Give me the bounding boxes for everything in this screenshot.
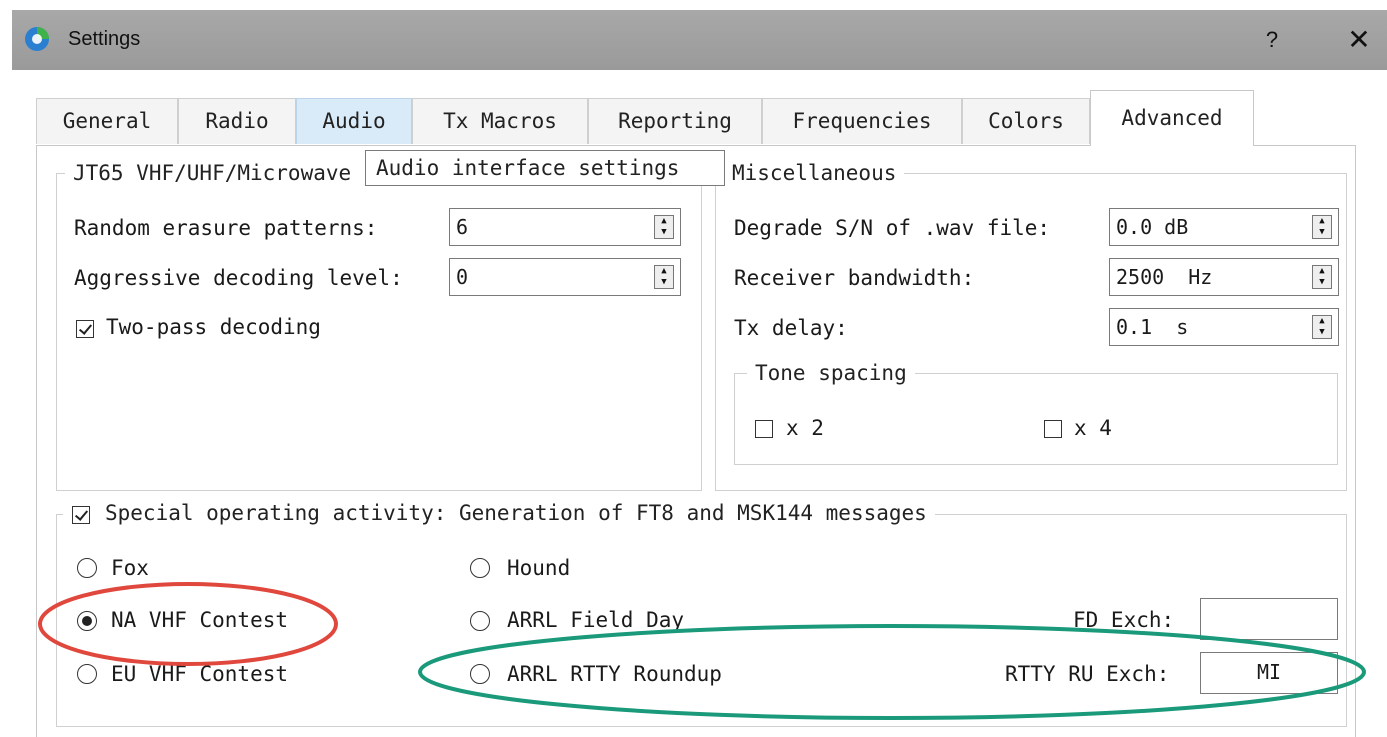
spin-arrows-icon[interactable]: ▲ ▼ xyxy=(1312,265,1332,289)
x2-label: x 2 xyxy=(786,416,824,440)
tx-delay-label: Tx delay: xyxy=(734,316,848,340)
arrl-rtty-roundup-label: ARRL RTTY Roundup xyxy=(507,662,722,686)
receiver-bandwidth-spinbox[interactable]: 2500 Hz ▲ ▼ xyxy=(1109,258,1339,296)
tab-audio[interactable]: Audio xyxy=(296,98,412,144)
window-title: Settings xyxy=(68,28,141,50)
receiver-bandwidth-value: 2500 Hz xyxy=(1116,265,1213,289)
tone-spacing-title: Tone spacing xyxy=(747,361,915,385)
degrade-sn-spinbox[interactable]: 0.0 dB ▲ ▼ xyxy=(1109,208,1339,246)
spin-arrows-icon[interactable]: ▲ ▼ xyxy=(654,265,674,289)
fd-exch-input[interactable] xyxy=(1200,598,1338,640)
tab-radio[interactable]: Radio xyxy=(178,98,296,144)
two-pass-label: Two-pass decoding xyxy=(106,315,321,339)
eu-vhf-contest-label: EU VHF Contest xyxy=(111,662,289,686)
tab-reporting[interactable]: Reporting xyxy=(588,98,762,144)
aggressive-decoding-label: Aggressive decoding level: xyxy=(74,266,403,290)
na-vhf-contest-radio[interactable] xyxy=(77,611,97,631)
spin-arrows-icon[interactable]: ▲ ▼ xyxy=(1312,215,1332,239)
eu-vhf-contest-radio[interactable] xyxy=(77,664,97,684)
hound-radio[interactable] xyxy=(470,558,490,578)
tab-tx-macros[interactable]: Tx Macros xyxy=(412,98,588,144)
rtty-ru-exch-label: RTTY RU Exch: xyxy=(1005,662,1170,686)
special-activity-checkbox[interactable] xyxy=(72,506,90,524)
arrl-field-day-label: ARRL Field Day xyxy=(507,608,685,632)
misc-group-title: Miscellaneous xyxy=(724,161,905,185)
aggressive-decoding-spinbox[interactable]: 0 ▲ ▼ xyxy=(449,258,681,296)
special-activity-title: Special operating activity: Generation o… xyxy=(63,501,935,525)
fox-label: Fox xyxy=(111,556,149,580)
audio-tooltip: Audio interface settings xyxy=(365,150,725,186)
random-erasure-spinbox[interactable]: 6 ▲ ▼ xyxy=(449,208,681,246)
title-bar[interactable]: Settings ? ✕ xyxy=(12,10,1387,70)
close-icon[interactable]: ✕ xyxy=(1337,20,1381,60)
fox-radio[interactable] xyxy=(77,558,97,578)
x4-label: x 4 xyxy=(1074,416,1112,440)
tx-delay-spinbox[interactable]: 0.1 s ▲ ▼ xyxy=(1109,308,1339,346)
rtty-ru-exch-input[interactable]: MI xyxy=(1200,652,1338,694)
settings-dialog: Settings ? ✕ General Radio Audio Tx Macr… xyxy=(12,10,1387,737)
arrl-rtty-roundup-radio[interactable] xyxy=(470,664,490,684)
tab-colors[interactable]: Colors xyxy=(962,98,1090,144)
spin-arrows-icon[interactable]: ▲ ▼ xyxy=(654,215,674,239)
tab-advanced[interactable]: Advanced xyxy=(1090,90,1254,146)
tx-delay-value: 0.1 s xyxy=(1116,315,1189,339)
two-pass-checkbox[interactable] xyxy=(76,320,94,338)
na-vhf-contest-label: NA VHF Contest xyxy=(111,608,289,632)
tab-general[interactable]: General xyxy=(36,98,178,144)
random-erasure-value: 6 xyxy=(456,215,469,239)
help-icon[interactable]: ? xyxy=(1252,22,1292,58)
tab-frequencies[interactable]: Frequencies xyxy=(762,98,962,144)
hound-label: Hound xyxy=(507,556,571,580)
receiver-bandwidth-label: Receiver bandwidth: xyxy=(734,266,975,290)
aggressive-decoding-value: 0 xyxy=(456,265,469,289)
x4-checkbox[interactable] xyxy=(1044,420,1062,438)
x2-checkbox[interactable] xyxy=(755,420,773,438)
degrade-sn-label: Degrade S/N of .wav file: xyxy=(734,216,1051,240)
random-erasure-label: Random erasure patterns: xyxy=(74,216,378,240)
app-icon xyxy=(25,27,49,51)
fd-exch-label: FD Exch: xyxy=(1073,608,1175,632)
spin-arrows-icon[interactable]: ▲ ▼ xyxy=(1312,315,1332,339)
tone-spacing-group: Tone spacing xyxy=(734,361,1338,465)
arrl-field-day-radio[interactable] xyxy=(470,611,490,631)
degrade-sn-value: 0.0 dB xyxy=(1116,215,1189,239)
